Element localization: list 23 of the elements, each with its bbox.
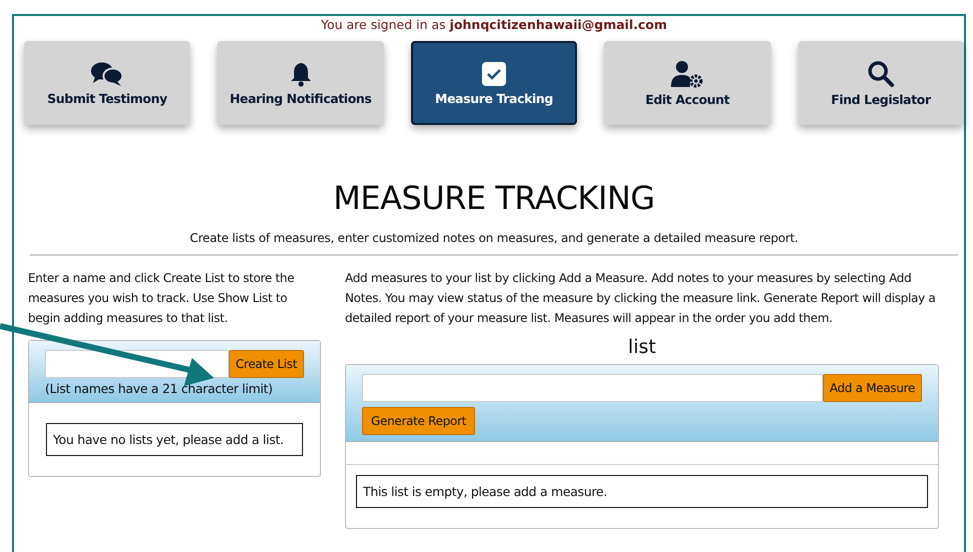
signed-in-text: You are signed in as johnqcitizenhawaii@gmail.com — [320, 17, 668, 32]
instructions-text: Enter a name and click Create List to store the measures you wish to track. Use Show List to begin adding measures to that list. — [28, 270, 296, 327]
generate-report-button[interactable]: Generate Report — [362, 407, 476, 435]
nav-tile[interactable]: Submit Testimony — [24, 41, 190, 125]
checkbox-icon — [481, 60, 507, 86]
add-measure-button[interactable]: Add a Measure — [822, 374, 922, 402]
empty-message: This list is empty, please add a measure. — [356, 475, 928, 508]
nav-tile[interactable]: Hearing Notifications — [217, 41, 384, 125]
search-icon — [866, 60, 895, 88]
instructions-text: Add measures to your list by clicking Add a Measure. Add notes to your measures by selecting Add Notes. You may view status of the measure by clicking the measure link. Generate Report will display a detailed report of your measure list. Measures will appear in the order you add them. — [345, 270, 936, 327]
bell-icon — [290, 60, 312, 86]
chat-bubbles-icon — [90, 60, 124, 86]
nav-tile[interactable]: Edit Account — [604, 41, 771, 125]
nav-tile[interactable]: Find Legislator — [798, 41, 964, 125]
empty-message: You have no lists yet, please add a list. — [46, 423, 303, 456]
hint-text: (List names have a 21 character limit) — [45, 381, 274, 396]
page-subtitle: Create lists of measures, enter customized notes on measures, and generate a detailed measure report. — [188, 231, 800, 245]
nav-tile[interactable]: Measure Tracking — [410, 41, 578, 125]
user-gear-icon — [670, 60, 704, 88]
list-title: list — [627, 336, 657, 358]
page-title: MEASURE TRACKING — [332, 179, 656, 217]
measure-field[interactable] — [362, 374, 823, 402]
create-list-button[interactable]: Create List — [228, 350, 304, 378]
